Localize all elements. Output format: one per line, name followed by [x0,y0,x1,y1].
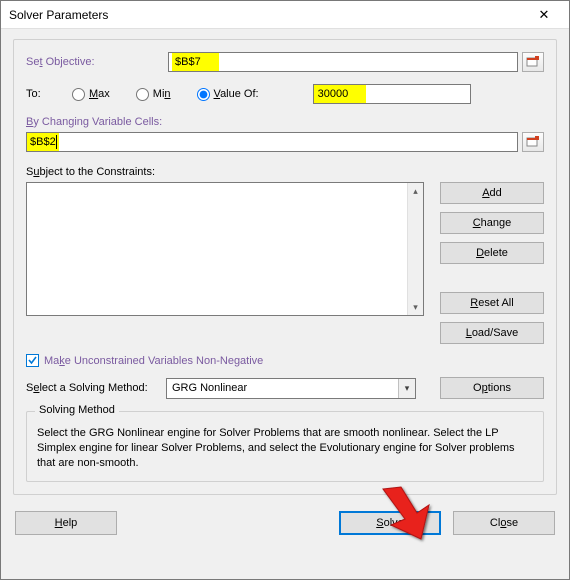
scroll-up-icon[interactable]: ▴ [408,183,423,199]
constraints-listbox[interactable]: ▴ ▾ [26,182,424,316]
add-button[interactable]: Add [440,182,544,204]
solving-method-description: Select the GRG Nonlinear engine for Solv… [37,426,533,471]
constraints-label: Subject to the Constraints: [26,166,544,178]
close-icon[interactable]: ✕ [525,4,563,26]
scrollbar[interactable]: ▴ ▾ [407,183,423,315]
min-radio[interactable]: Min [136,88,171,101]
checkmark-icon [26,354,39,367]
value-of-radio[interactable]: Value Of: [197,88,259,101]
nonnegative-checkbox[interactable]: Make Unconstrained Variables Non-Negativ… [26,354,544,367]
solving-method-frame: Solving Method Select the GRG Nonlinear … [26,411,544,482]
window-title: Solver Parameters [9,8,108,22]
options-button[interactable]: Options [440,377,544,399]
scroll-down-icon[interactable]: ▾ [408,299,423,315]
solving-method-legend: Solving Method [35,404,119,416]
close-button[interactable]: Close [453,511,555,535]
objective-input[interactable]: $B$7 [168,52,518,72]
to-label: To: [26,88,68,100]
chevron-down-icon: ▾ [398,379,415,398]
range-picker-icon[interactable] [522,132,544,152]
range-picker-icon[interactable] [522,52,544,72]
value-of-input[interactable]: 30000 [313,84,471,104]
max-radio[interactable]: Max [72,88,110,101]
select-method-label: Select a Solving Method: [26,382,158,394]
variable-cells-input[interactable]: $B$2 [26,132,518,152]
delete-button[interactable]: Delete [440,242,544,264]
change-button[interactable]: Change [440,212,544,234]
solver-dialog: Solver Parameters ✕ Set Objective: $B$7 … [0,0,570,580]
help-button[interactable]: Help [15,511,117,535]
main-frame: Set Objective: $B$7 To: Max Min [13,39,557,495]
reset-all-button[interactable]: Reset All [440,292,544,314]
solving-method-dropdown[interactable]: GRG Nonlinear ▾ [166,378,416,399]
titlebar: Solver Parameters ✕ [1,1,569,29]
set-objective-label: Set Objective: [26,56,168,68]
load-save-button[interactable]: Load/Save [440,322,544,344]
solve-button[interactable]: Solve [339,511,441,535]
variable-cells-label: By Changing Variable Cells: [26,116,544,128]
